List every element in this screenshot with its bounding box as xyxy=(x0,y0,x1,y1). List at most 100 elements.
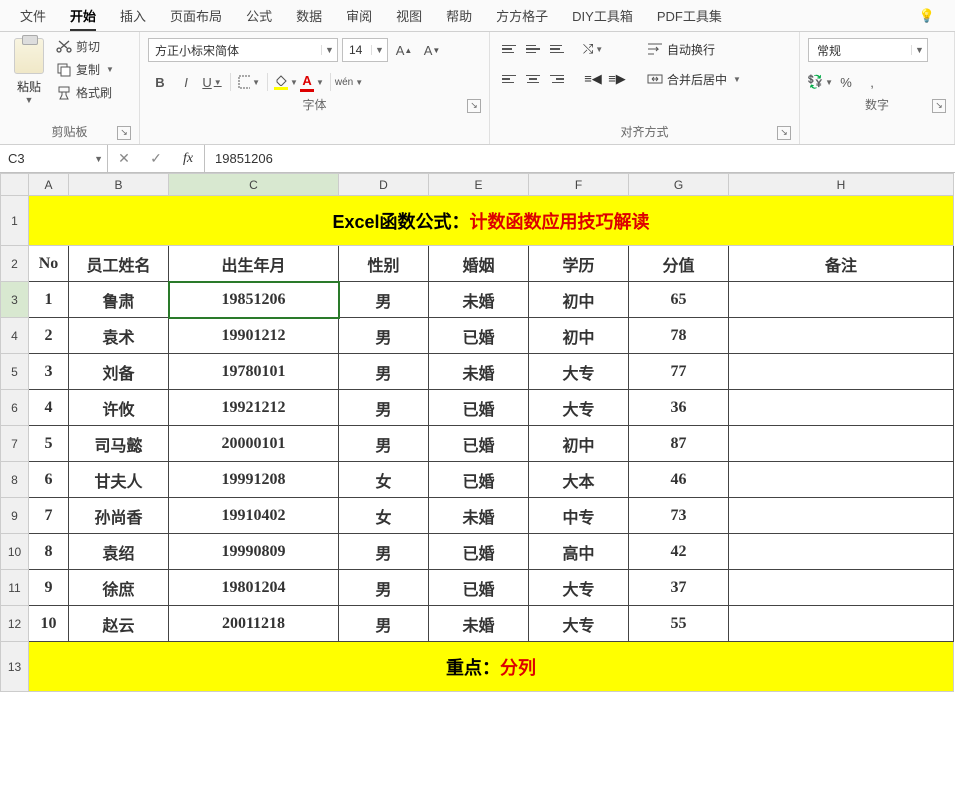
menu-insert[interactable]: 插入 xyxy=(108,0,158,31)
header-sex[interactable]: 性别 xyxy=(339,246,429,282)
col-header-C[interactable]: C xyxy=(169,174,339,196)
cell[interactable]: 19780101 xyxy=(169,354,339,390)
cell[interactable]: 20000101 xyxy=(169,426,339,462)
cell[interactable]: 赵云 xyxy=(69,606,169,642)
cell[interactable]: 8 xyxy=(29,534,69,570)
menu-view[interactable]: 视图 xyxy=(384,0,434,31)
cell[interactable]: 男 xyxy=(339,318,429,354)
header-score[interactable]: 分值 xyxy=(629,246,729,282)
chevron-down-icon[interactable]: ▼ xyxy=(94,154,103,164)
cell[interactable]: 女 xyxy=(339,498,429,534)
cell[interactable] xyxy=(729,390,954,426)
col-header-E[interactable]: E xyxy=(429,174,529,196)
cell[interactable]: 36 xyxy=(629,390,729,426)
cell[interactable]: 19991208 xyxy=(169,462,339,498)
row-header-6[interactable]: 6 xyxy=(1,390,29,426)
cell[interactable]: 初中 xyxy=(529,282,629,318)
cell[interactable]: 徐庶 xyxy=(69,570,169,606)
cell[interactable]: 大专 xyxy=(529,390,629,426)
fill-color-button[interactable]: ▼ xyxy=(274,70,298,94)
align-left-button[interactable] xyxy=(498,68,520,90)
cell[interactable]: 19990809 xyxy=(169,534,339,570)
row-header-1[interactable]: 1 xyxy=(1,196,29,246)
row-header-4[interactable]: 4 xyxy=(1,318,29,354)
menu-pagelayout[interactable]: 页面布局 xyxy=(158,0,234,31)
borders-button[interactable]: ▼ xyxy=(237,70,261,94)
row-header-3[interactable]: 3 xyxy=(1,282,29,318)
cell[interactable]: 已婚 xyxy=(429,426,529,462)
row-header-7[interactable]: 7 xyxy=(1,426,29,462)
alignment-launcher[interactable]: ↘ xyxy=(777,126,791,140)
menu-diy[interactable]: DIY工具箱 xyxy=(560,0,645,31)
cell[interactable]: 2 xyxy=(29,318,69,354)
select-all-corner[interactable] xyxy=(1,174,29,196)
cell[interactable]: 65 xyxy=(629,282,729,318)
header-dob[interactable]: 出生年月 xyxy=(169,246,339,282)
cell[interactable]: 未婚 xyxy=(429,606,529,642)
accounting-format-button[interactable]: 💱▼ xyxy=(808,70,832,94)
align-top-button[interactable] xyxy=(498,38,520,60)
align-middle-button[interactable] xyxy=(522,38,544,60)
header-edu[interactable]: 学历 xyxy=(529,246,629,282)
cell[interactable]: 未婚 xyxy=(429,282,529,318)
row-header-9[interactable]: 9 xyxy=(1,498,29,534)
cell[interactable] xyxy=(729,606,954,642)
row-header-13[interactable]: 13 xyxy=(1,642,29,692)
underline-button[interactable]: U▼ xyxy=(200,70,224,94)
cell[interactable]: 甘夫人 xyxy=(69,462,169,498)
cell[interactable]: 女 xyxy=(339,462,429,498)
align-bottom-button[interactable] xyxy=(546,38,568,60)
cell[interactable]: 男 xyxy=(339,606,429,642)
cell[interactable]: 大专 xyxy=(529,570,629,606)
chevron-down-icon[interactable]: ▼ xyxy=(371,45,387,55)
menu-squarebox[interactable]: 方方格子 xyxy=(484,0,560,31)
cell[interactable]: 73 xyxy=(629,498,729,534)
wrap-text-button[interactable]: 自动换行 xyxy=(642,38,746,60)
cell[interactable]: 6 xyxy=(29,462,69,498)
cell[interactable]: 78 xyxy=(629,318,729,354)
cell[interactable]: 刘备 xyxy=(69,354,169,390)
cell[interactable]: 9 xyxy=(29,570,69,606)
cell[interactable]: 男 xyxy=(339,282,429,318)
comma-button[interactable]: , xyxy=(860,70,884,94)
cell[interactable]: 男 xyxy=(339,534,429,570)
row-header-11[interactable]: 11 xyxy=(1,570,29,606)
col-header-F[interactable]: F xyxy=(529,174,629,196)
orientation-button[interactable]: ⤭▼ xyxy=(582,38,604,60)
header-marital[interactable]: 婚姻 xyxy=(429,246,529,282)
insert-function-button[interactable]: fx xyxy=(172,151,204,167)
cell[interactable] xyxy=(729,534,954,570)
cell[interactable]: 19901212 xyxy=(169,318,339,354)
cell[interactable]: 10 xyxy=(29,606,69,642)
cell[interactable]: 孙尚香 xyxy=(69,498,169,534)
align-center-button[interactable] xyxy=(522,68,544,90)
cell[interactable]: 男 xyxy=(339,426,429,462)
cell[interactable]: 已婚 xyxy=(429,390,529,426)
cell[interactable] xyxy=(729,426,954,462)
cell[interactable] xyxy=(729,318,954,354)
name-box[interactable]: C3 ▼ xyxy=(0,145,108,172)
row-header-12[interactable]: 12 xyxy=(1,606,29,642)
cell[interactable]: 未婚 xyxy=(429,354,529,390)
cancel-formula-button[interactable]: ✕ xyxy=(108,150,140,167)
clipboard-launcher[interactable]: ↘ xyxy=(117,126,131,140)
col-header-A[interactable]: A xyxy=(29,174,69,196)
bold-button[interactable]: B xyxy=(148,70,172,94)
cell[interactable] xyxy=(729,462,954,498)
cell[interactable]: 46 xyxy=(629,462,729,498)
cut-button[interactable]: 剪切 xyxy=(56,38,114,55)
cell[interactable]: 55 xyxy=(629,606,729,642)
row-header-10[interactable]: 10 xyxy=(1,534,29,570)
cell[interactable] xyxy=(729,282,954,318)
cell[interactable]: 男 xyxy=(339,570,429,606)
col-header-B[interactable]: B xyxy=(69,174,169,196)
col-header-G[interactable]: G xyxy=(629,174,729,196)
number-format-combo[interactable]: 常规 ▼ xyxy=(808,38,928,62)
chevron-down-icon[interactable]: ▼ xyxy=(911,45,927,55)
cell[interactable]: 袁绍 xyxy=(69,534,169,570)
font-size-combo[interactable]: 14 ▼ xyxy=(342,38,388,62)
menu-pdf[interactable]: PDF工具集 xyxy=(645,0,734,31)
merge-center-button[interactable]: 合并后居中 ▼ xyxy=(642,68,746,90)
title-cell[interactable]: Excel函数公式：计数函数应用技巧解读 xyxy=(29,196,954,246)
cell[interactable] xyxy=(729,354,954,390)
